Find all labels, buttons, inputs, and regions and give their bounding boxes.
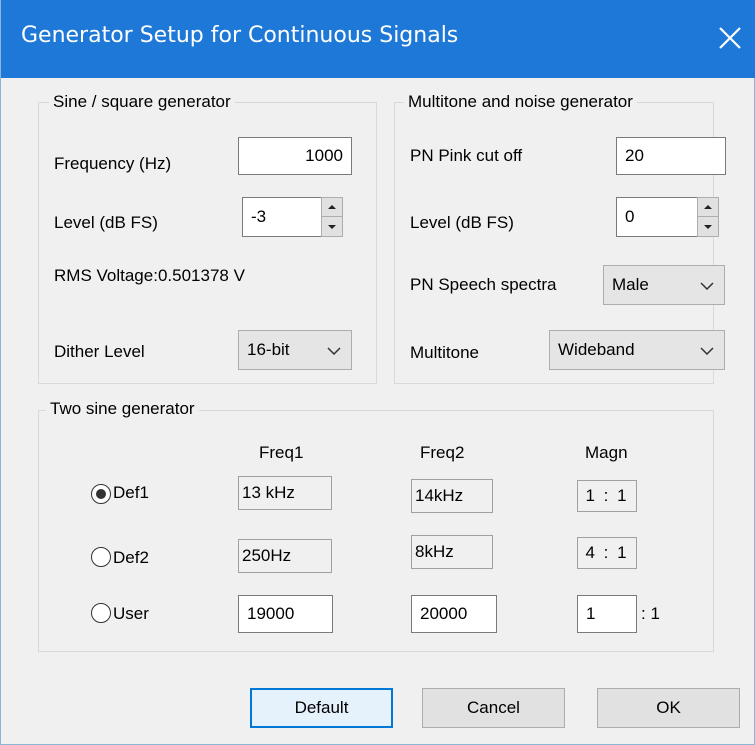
radio-selected-dot — [96, 489, 106, 499]
chevron-down-icon[interactable] — [698, 217, 718, 236]
user-label[interactable]: User — [113, 604, 149, 624]
chevron-down-icon — [700, 275, 714, 295]
title-bar[interactable]: Generator Setup for Continuous Signals — [1, 0, 755, 78]
radio-icon[interactable] — [91, 603, 111, 623]
multitone-label: Multitone — [410, 343, 479, 362]
default-button[interactable]: Default — [250, 688, 393, 728]
pn-pink-cutoff-label: PN Pink cut off — [410, 146, 523, 165]
ok-button[interactable]: OK — [597, 688, 740, 728]
pn-speech-spectra-value: Male — [612, 275, 649, 294]
rms-voltage-text: RMS Voltage:0.501378 V — [54, 266, 245, 285]
chevron-down-icon — [700, 340, 714, 360]
def2-magn-value: 4 : 1 — [577, 537, 637, 569]
def2-freq1-value: 250Hz — [238, 539, 332, 573]
window-title: Generator Setup for Continuous Signals — [21, 23, 459, 48]
multitone-level-spinner[interactable] — [697, 197, 719, 237]
multitone-level-input[interactable]: 0 — [616, 197, 698, 237]
sine-level-spinner[interactable] — [321, 197, 343, 237]
radio-icon[interactable] — [91, 547, 111, 567]
frequency-input[interactable]: 1000 — [238, 137, 352, 175]
chevron-down-icon[interactable] — [322, 217, 342, 236]
user-magn-input[interactable]: 1 — [577, 595, 637, 633]
dither-level-label: Dither Level — [54, 342, 145, 361]
multitone-legend: Multitone and noise generator — [404, 92, 637, 112]
multitone-select[interactable]: Wideband — [549, 330, 725, 370]
chevron-up-icon[interactable] — [322, 198, 342, 217]
def2-label[interactable]: Def2 — [113, 548, 149, 568]
dither-level-value: 16-bit — [247, 340, 290, 359]
sine-generator-legend: Sine / square generator — [49, 92, 235, 112]
close-icon[interactable] — [712, 20, 748, 56]
sine-level-input[interactable]: -3 — [242, 197, 322, 237]
freq1-header: Freq1 — [259, 443, 304, 462]
multitone-level-label: Level (dB FS) — [410, 213, 514, 232]
two-sine-legend: Two sine generator — [46, 399, 199, 419]
magn-header: Magn — [585, 443, 628, 462]
cancel-button[interactable]: Cancel — [422, 688, 565, 728]
chevron-down-icon — [327, 340, 341, 360]
pn-pink-cutoff-input[interactable]: 20 — [616, 137, 726, 175]
chevron-up-icon[interactable] — [698, 198, 718, 217]
sine-level-label: Level (dB FS) — [54, 213, 158, 232]
def2-freq2-value: 8kHz — [411, 535, 493, 569]
def1-freq1-value: 13 kHz — [238, 476, 332, 510]
dither-level-select[interactable]: 16-bit — [238, 330, 352, 370]
def1-label[interactable]: Def1 — [113, 483, 149, 503]
user-freq1-input[interactable]: 19000 — [238, 595, 333, 633]
def1-magn-value: 1 : 1 — [577, 480, 637, 512]
multitone-value: Wideband — [558, 340, 635, 359]
user-freq2-input[interactable]: 20000 — [411, 595, 497, 633]
frequency-label: Frequency (Hz) — [54, 154, 172, 173]
dialog-window: Generator Setup for Continuous Signals S… — [0, 0, 755, 745]
def1-freq2-value: 14kHz — [411, 479, 493, 513]
freq2-header: Freq2 — [420, 443, 465, 462]
pn-speech-spectra-label: PN Speech spectra — [410, 275, 557, 294]
radio-icon[interactable] — [91, 484, 111, 504]
user-magn-suffix: : 1 — [641, 604, 660, 623]
pn-speech-spectra-select[interactable]: Male — [603, 265, 725, 305]
